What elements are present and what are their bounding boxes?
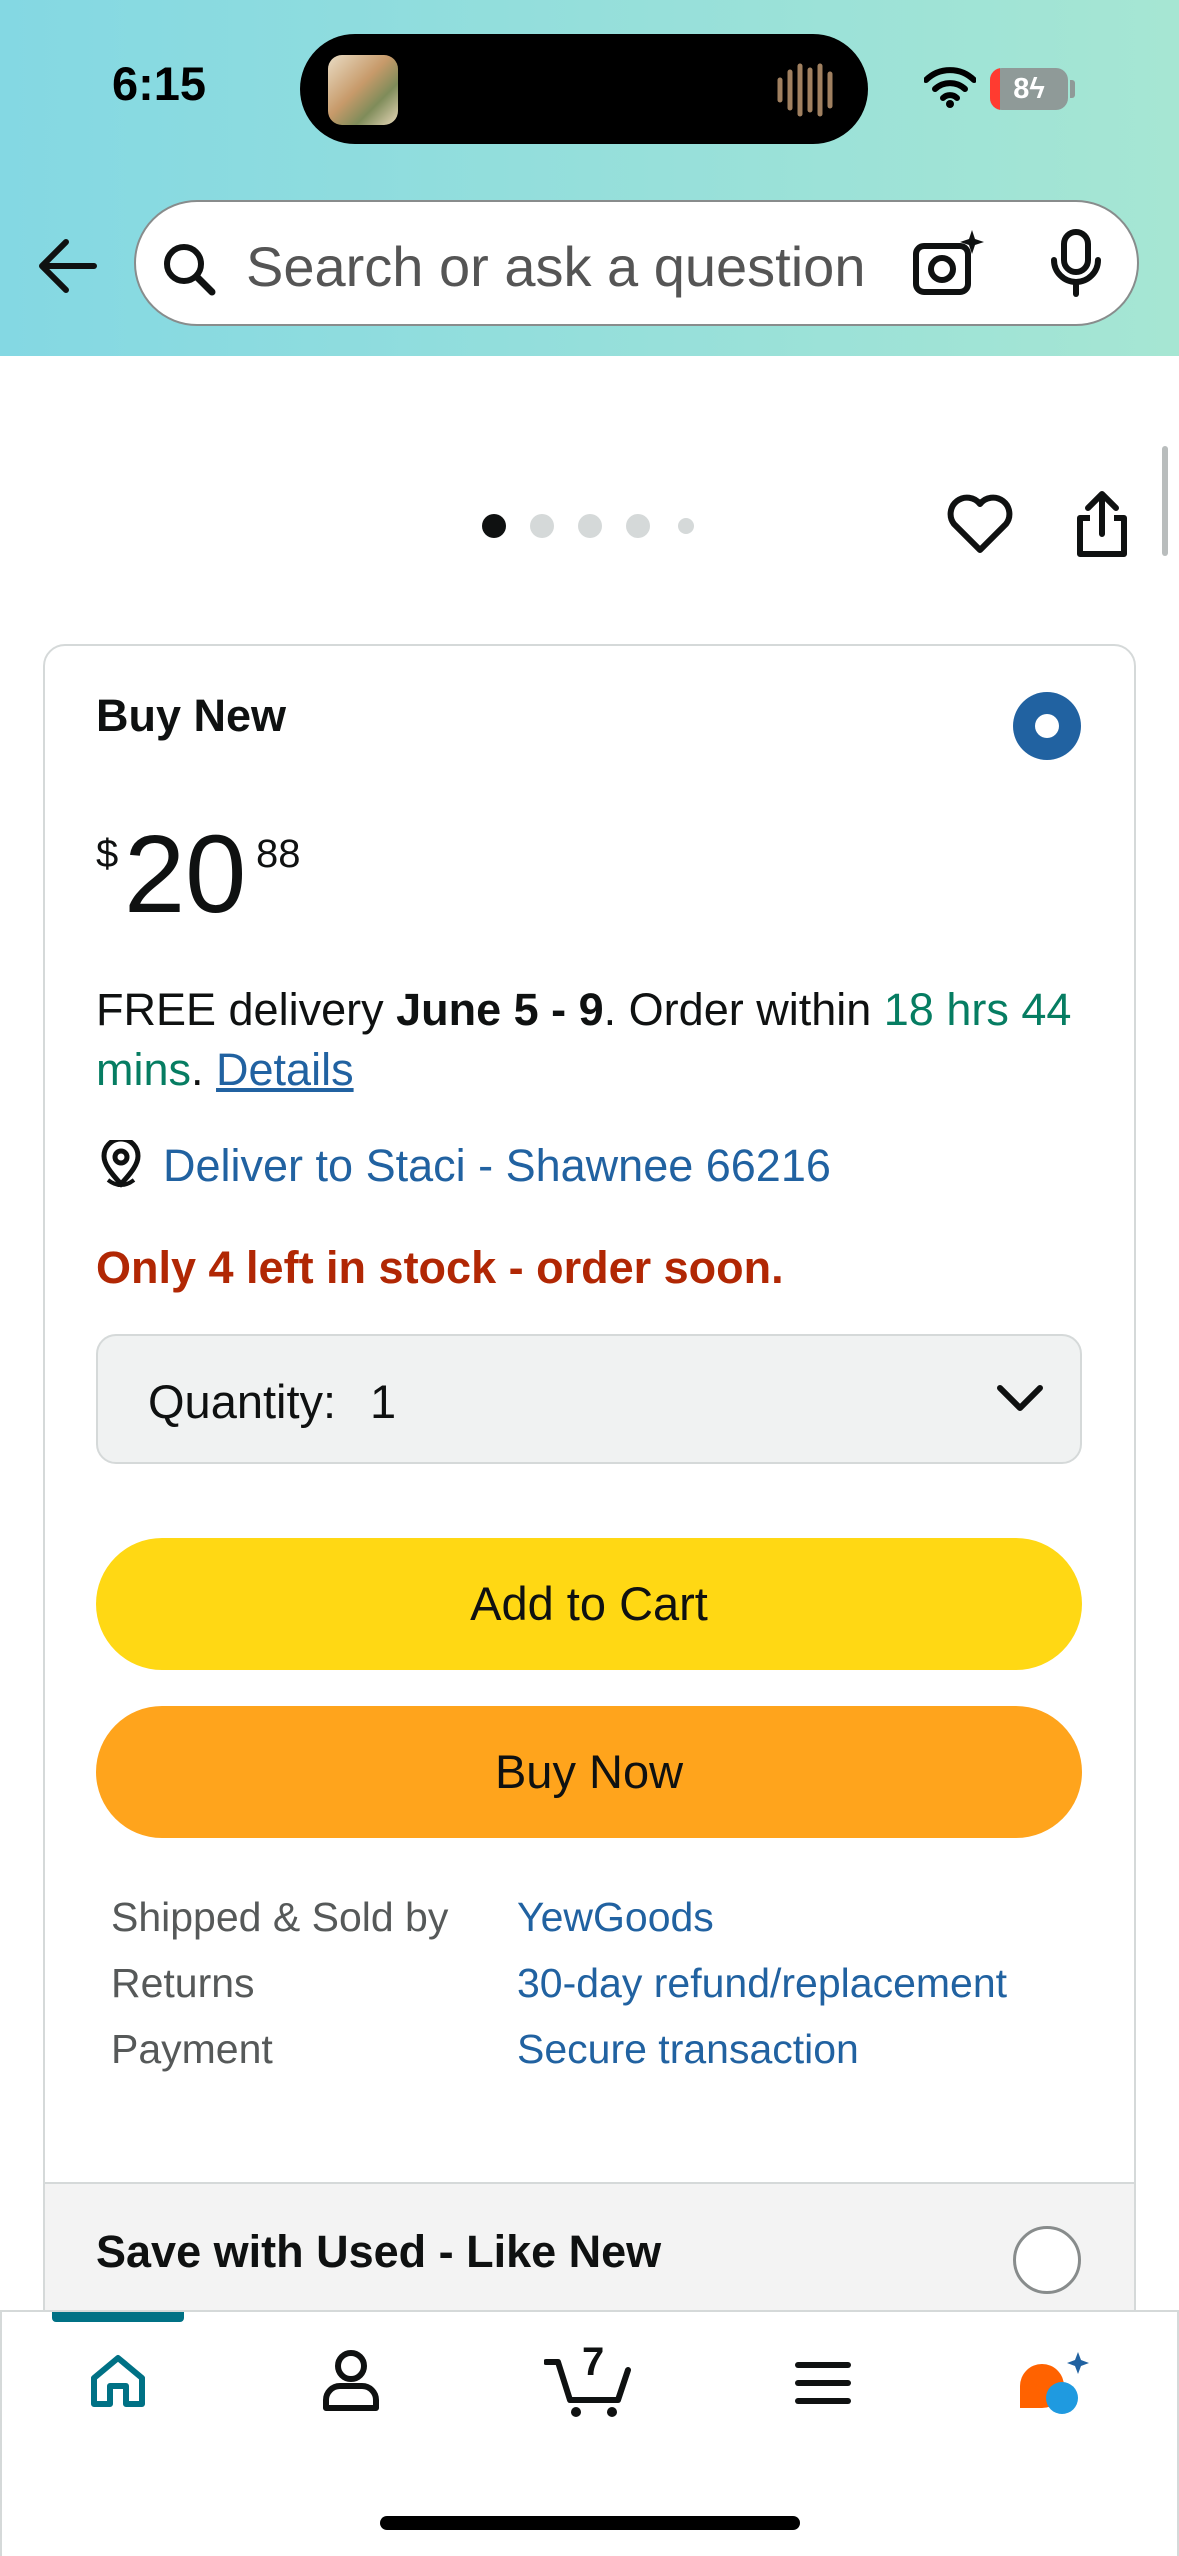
wifi-icon (924, 67, 976, 108)
now-playing-artwork (328, 55, 398, 125)
carousel-dot[interactable] (626, 514, 650, 538)
buy-new-title: Buy New (96, 690, 287, 741)
chevron-down-icon (997, 1385, 1043, 1411)
payment-label: Payment (111, 2026, 273, 2072)
details-link[interactable]: Details (216, 1044, 354, 1095)
carousel-dot[interactable] (530, 514, 554, 538)
deliver-to-link[interactable]: Deliver to Staci - Shawnee 66216 (163, 1140, 831, 1192)
delivery-dates: June 5 - 9 (396, 984, 604, 1035)
stock-warning: Only 4 left in stock - order soon. (96, 1242, 784, 1293)
nav-active-indicator (52, 2312, 184, 2322)
battery-percent: 8 (1013, 73, 1030, 105)
heart-icon[interactable] (946, 492, 1014, 556)
microphone-icon[interactable] (1046, 228, 1106, 298)
audio-waveform-icon (777, 63, 833, 117)
account-icon[interactable] (320, 2348, 382, 2412)
battery-indicator: 8ϟ (990, 68, 1068, 110)
location-pin-icon (101, 1140, 141, 1188)
home-indicator[interactable] (380, 2516, 800, 2530)
used-option-title: Save with Used - Like New (96, 2226, 662, 2277)
battery-nub (1070, 80, 1075, 98)
buy-new-radio[interactable] (1013, 692, 1081, 760)
search-icon (164, 244, 216, 296)
price-fraction: 88 (256, 832, 301, 876)
home-icon[interactable] (88, 2352, 148, 2410)
carousel-dot[interactable] (678, 518, 694, 534)
carousel-dot-active[interactable] (482, 514, 506, 538)
back-arrow-icon[interactable] (36, 236, 98, 296)
camera-sparkle-icon[interactable] (910, 228, 986, 300)
delivery-prefix: FREE delivery (96, 984, 397, 1035)
cart-count-badge: 7 (582, 2340, 605, 2384)
scrollbar-thumb[interactable] (1162, 446, 1168, 556)
charging-icon: ϟ (1029, 73, 1045, 105)
carousel-dot[interactable] (578, 514, 602, 538)
price-whole: 20 (124, 813, 247, 936)
delivery-middle: . Order within (603, 984, 884, 1035)
delivery-suffix: . (191, 1044, 217, 1095)
search-input[interactable] (246, 226, 926, 306)
used-option-radio[interactable] (1013, 2226, 1081, 2294)
buy-now-button[interactable]: Buy Now (96, 1706, 1082, 1838)
quantity-value: 1 (370, 1375, 397, 1428)
share-icon[interactable] (1072, 490, 1132, 558)
seller-link[interactable]: YewGoods (517, 1894, 714, 1941)
shipped-sold-label: Shipped & Sold by (111, 1894, 449, 1940)
rufus-assistant-icon[interactable] (1016, 2350, 1092, 2416)
add-to-cart-button[interactable]: Add to Cart (96, 1538, 1082, 1670)
status-time: 6:15 (112, 57, 207, 110)
quantity-label: Quantity: (148, 1375, 337, 1428)
price-symbol: $ (96, 832, 119, 876)
payment-link[interactable]: Secure transaction (517, 2026, 859, 2073)
menu-icon[interactable] (794, 2360, 852, 2406)
returns-link[interactable]: 30-day refund/replacement (517, 1960, 1007, 2007)
returns-label: Returns (111, 1960, 255, 2006)
delivery-message: FREE delivery June 5 - 9. Order within 1… (96, 980, 1096, 1100)
